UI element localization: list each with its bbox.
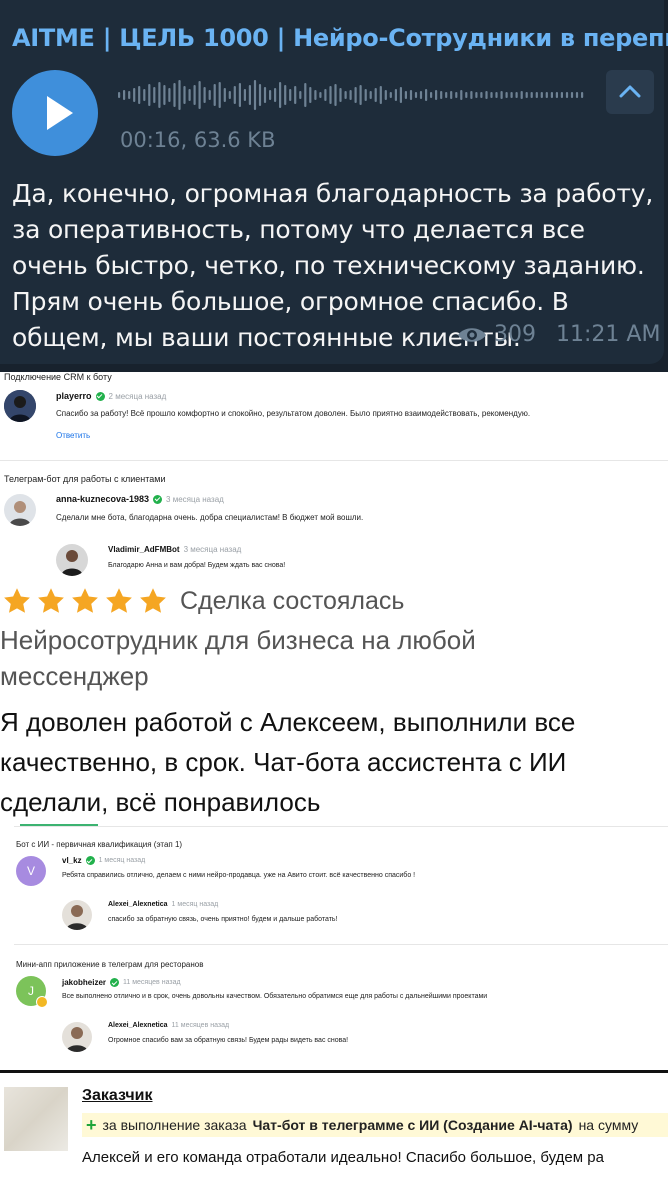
play-icon [47, 96, 73, 130]
reply-author[interactable]: Alexei_Alexnetica 1 месяц назад [108, 901, 218, 908]
eye-icon [458, 327, 486, 342]
play-button[interactable] [12, 70, 98, 156]
reply-link[interactable]: Ответить [56, 431, 90, 440]
deal-status: Сделка состоялась [180, 587, 405, 615]
author-name[interactable]: anna-kuznecova-1983 [56, 494, 149, 504]
star-icon [106, 588, 132, 613]
deal-review-text: Я доволен работой с Алексеем, выполнили … [0, 707, 576, 817]
reviews-block-2: Бот с ИИ - первичная квалификация (этап … [0, 826, 668, 1070]
author-name[interactable]: Alexei_Alexnetica [108, 1022, 168, 1029]
review-author[interactable]: vl_kz 1 месяц назад [62, 856, 145, 865]
reviews-block-1: Подключение CRM к боту playerro 2 месяца… [0, 372, 668, 582]
author-name[interactable]: playerro [56, 391, 92, 401]
person-avatar-icon [4, 494, 36, 526]
review-text: Ребята справились отлично, делаем с ними… [62, 872, 416, 879]
author-name[interactable]: Vladimir_AdFMBot [108, 545, 180, 554]
views-count: 309 [494, 322, 536, 347]
avatar-letter: V [26, 864, 35, 878]
review-text: Спасибо за работу! Всё прошло комфортно … [56, 409, 531, 418]
avatar[interactable] [4, 494, 36, 526]
person-avatar-icon [62, 900, 92, 930]
person-avatar-icon [62, 1022, 92, 1052]
star-icon [4, 588, 30, 613]
order-prefix: за выполнение заказа [102, 1117, 247, 1133]
transcribe-toggle-button[interactable] [606, 70, 654, 114]
order-suffix: на сумму [578, 1117, 639, 1133]
message-time: 11:21 AM [556, 322, 661, 347]
reply-author[interactable]: Alexei_Alexnetica 11 месяцев назад [108, 1022, 229, 1029]
voice-duration-size: 00:16, 63.6 KB [120, 128, 276, 152]
order-title: Бот с ИИ - первичная квалификация (этап … [16, 840, 183, 849]
verified-check-icon [110, 978, 120, 987]
order-title: Мини-апп приложение в телеграм для ресто… [16, 960, 204, 969]
avatar[interactable]: J [16, 976, 48, 1008]
channel-title[interactable]: AITME | ЦЕЛЬ 1000 | Нейро-Сотрудники в п… [12, 24, 668, 52]
chevron-up-icon [619, 85, 641, 98]
person-avatar-icon [4, 390, 36, 422]
review-date: 1 месяц назад [171, 901, 219, 908]
reply-author[interactable]: Vladimir_AdFMBot 3 месяца назад [108, 545, 241, 554]
author-name[interactable]: vl_kz [62, 856, 82, 865]
review-text: Все выполнено отлично и в срок, очень до… [62, 993, 488, 1000]
customer-avatar[interactable] [4, 1087, 68, 1151]
level-badge-icon [36, 996, 48, 1008]
review-author[interactable]: jakobheizer 11 месяцев назад [62, 978, 181, 987]
star-icon [38, 588, 64, 613]
avatar[interactable] [56, 544, 88, 576]
avatar-letter: J [28, 984, 34, 998]
order-title: Подключение CRM к боту [4, 372, 112, 382]
review-date: 3 месяца назад [166, 494, 224, 504]
author-name[interactable]: jakobheizer [62, 978, 106, 987]
avatar[interactable] [4, 390, 36, 422]
message-bubble: AITME | ЦЕЛЬ 1000 | Нейро-Сотрудники в п… [0, 0, 668, 364]
message-footer: 309 11:21 AM [456, 322, 660, 347]
reply-text: спасибо за обратную связь, очень приятно… [108, 916, 338, 923]
voice-waveform[interactable] [118, 78, 586, 112]
review-text: Сделали мне бота, благодарна очень. добр… [56, 513, 364, 522]
person-avatar-icon [56, 544, 88, 576]
review-date: 3 месяца назад [183, 545, 242, 554]
divider [14, 826, 668, 827]
order-title: Телеграм-бот для работы с клиентами [4, 474, 166, 484]
verified-check-icon [95, 391, 105, 401]
review-author[interactable]: playerro 2 месяца назад [56, 391, 166, 401]
customer-review-text: Алексей и его команда отработали идеальн… [82, 1149, 604, 1166]
review-date: 2 месяца назад [108, 391, 167, 401]
order-title[interactable]: Чат-бот в телеграмме с ИИ (Создание AI-ч… [253, 1117, 573, 1133]
reply-text: Благодарю Анна и вам добра! Будем ждать … [108, 562, 286, 569]
deal-title[interactable]: Нейросотрудник для бизнеса на любой месс… [0, 622, 560, 694]
review-date: 1 месяц назад [98, 857, 146, 864]
order-info-strip: + за выполнение заказа Чат-бот в телегра… [82, 1113, 668, 1137]
customer-review: Заказчик + за выполнение заказа Чат-бот … [0, 1070, 668, 1200]
plus-icon: + [86, 1114, 97, 1135]
avatar[interactable] [62, 1022, 92, 1052]
avatar[interactable] [62, 900, 92, 930]
star-icon [72, 588, 98, 613]
verified-check-icon [153, 494, 163, 504]
divider [14, 944, 668, 945]
deal-review: Сделка состоялась Нейросотрудник для биз… [0, 582, 668, 822]
customer-label[interactable]: Заказчик [82, 1087, 153, 1105]
avatar[interactable]: V [16, 856, 46, 886]
verified-check-icon [85, 856, 95, 865]
review-date: 11 месяцев назад [171, 1022, 230, 1029]
rating-stars [2, 586, 168, 616]
reply-text: Огромное спасибо вам за обратную связь! … [108, 1037, 349, 1044]
review-date: 11 месяцев назад [123, 979, 181, 986]
divider [0, 460, 668, 461]
star-icon [140, 588, 166, 613]
telegram-message: AITME | ЦЕЛЬ 1000 | Нейро-Сотрудники в п… [0, 0, 668, 372]
author-name[interactable]: Alexei_Alexnetica [108, 901, 168, 908]
review-author[interactable]: anna-kuznecova-1983 3 месяца назад [56, 494, 224, 504]
